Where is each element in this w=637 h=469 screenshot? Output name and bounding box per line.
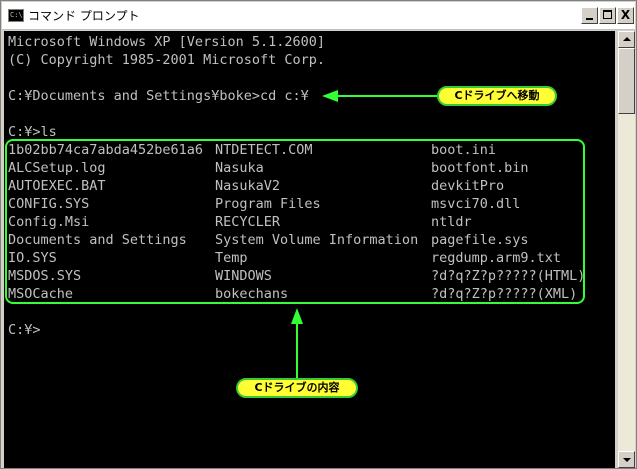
callout-move-to-c-drive: Cドライブへ移動 [437,86,557,106]
cd-arrowhead-icon [322,90,338,102]
annotation-arrows [291,90,437,378]
callout-c-drive-contents: Cドライブの内容 [236,378,358,398]
content-arrowhead-icon [291,308,303,324]
